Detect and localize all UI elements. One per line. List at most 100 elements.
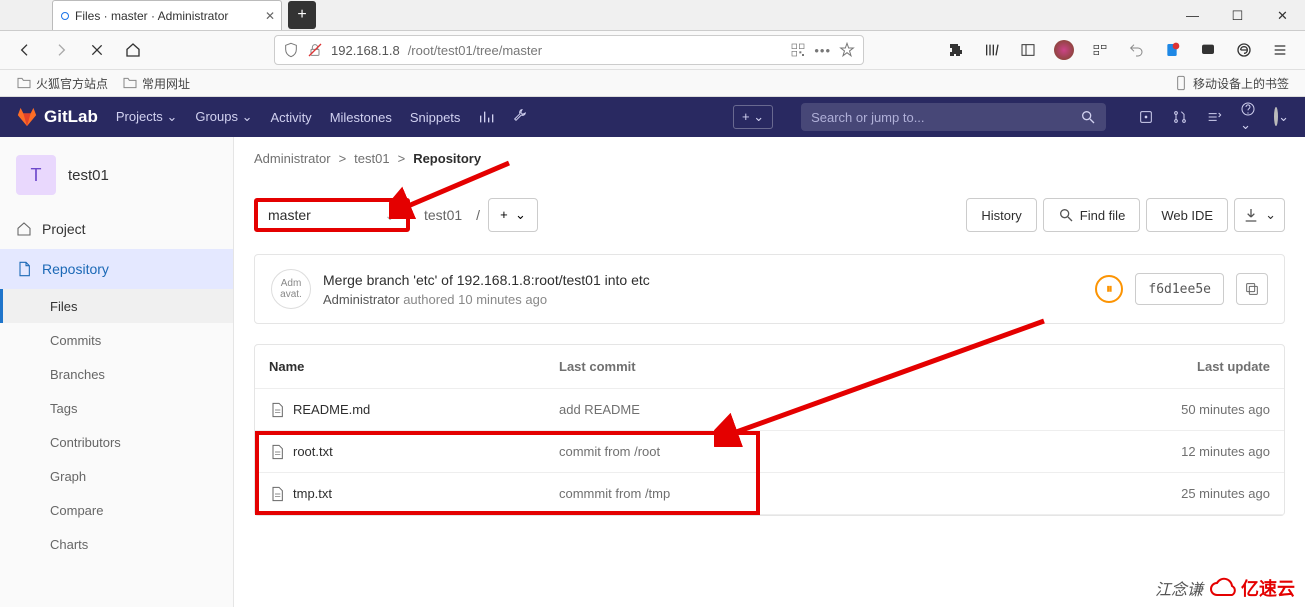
bookmark-folder-firefox[interactable]: 火狐官方站点 [16,75,108,92]
todos-icon[interactable] [1206,109,1222,125]
browser-toolbar: 192.168.1.8/root/test01/tree/master ••• [0,31,1305,70]
tab-close-icon[interactable]: ✕ [265,9,275,23]
search-icon [1058,207,1074,223]
sidebar-sub-contributors[interactable]: Contributors [0,425,233,459]
back-button[interactable] [10,35,40,65]
gitlab-logo-icon [16,106,38,128]
sidebar-sub-branches[interactable]: Branches [0,357,233,391]
nav-snippets[interactable]: Snippets [410,110,461,125]
global-search[interactable] [801,103,1106,131]
commit-avatar: Adm avat. [271,269,311,309]
mobile-icon [1173,75,1189,91]
find-file-button[interactable]: Find file [1043,198,1141,232]
customize-icon[interactable] [1085,35,1115,65]
file-last-update: 12 minutes ago [1090,444,1270,459]
issues-icon[interactable] [1138,109,1154,125]
pocket-icon[interactable] [1193,35,1223,65]
annotation-arrow-2 [714,317,1054,447]
gitlab-navbar: GitLab Projects ⌄ Groups ⌄ Activity Mile… [0,97,1305,137]
sidebar-item-repository[interactable]: Repository [0,249,233,289]
nav-activity[interactable]: Activity [271,110,312,125]
sidebar-item-project[interactable]: Project [0,209,233,249]
sidebar-sub-compare[interactable]: Compare [0,493,233,527]
file-icon [269,402,285,418]
help-icon[interactable]: ⌄ [1240,101,1256,133]
col-name: Name [269,359,559,374]
download-icon [1243,207,1259,223]
folder-icon [122,75,138,91]
search-input[interactable] [811,110,1080,125]
gitlab-brand[interactable]: GitLab [16,106,98,128]
commit-verb: authored [403,292,454,307]
crumb-admin[interactable]: Administrator [254,151,331,166]
pipeline-status-icon[interactable]: ⏸ [1095,275,1123,303]
nav-milestones[interactable]: Milestones [330,110,392,125]
bookmark-star-icon[interactable] [839,42,855,58]
downloads-icon[interactable] [1157,35,1187,65]
file-name[interactable]: README.md [269,402,559,418]
sidebar-sub-files[interactable]: Files [0,289,233,323]
commit-author[interactable]: Administrator [323,292,400,307]
e-icon[interactable] [1229,35,1259,65]
sidebar-project-header[interactable]: T test01 [0,149,233,209]
nav-projects[interactable]: Projects ⌄ [116,109,178,125]
commit-sha[interactable]: f6d1ee5e [1135,273,1224,305]
project-sidebar: T test01 Project Repository Files Commit… [0,137,234,607]
qr-icon[interactable] [790,42,806,58]
commit-title[interactable]: Merge branch 'etc' of 192.168.1.8:root/t… [323,272,1083,288]
web-ide-button[interactable]: Web IDE [1146,198,1228,232]
profile-avatar-icon[interactable] [1049,35,1079,65]
user-menu[interactable]: ⌄ [1274,109,1289,125]
sidebar-sub-graph[interactable]: Graph [0,459,233,493]
url-bar[interactable]: 192.168.1.8/root/test01/tree/master ••• [274,35,864,65]
sidebar-sub-charts[interactable]: Charts [0,527,233,561]
annotation-highlight-box [255,431,760,515]
copy-sha-button[interactable] [1236,273,1268,305]
commit-time: 10 minutes ago [458,292,547,307]
last-commit-card: Adm avat. Merge branch 'etc' of 192.168.… [254,254,1285,324]
toolbar-right [941,35,1295,65]
new-tab-button[interactable]: + [288,1,316,29]
minimize-button[interactable]: — [1170,1,1215,30]
download-button[interactable]: ⌄ [1234,198,1285,232]
branch-selector[interactable]: master ⌄ [254,198,410,232]
browser-tab-active[interactable]: Files · master · Administrator ✕ [52,0,282,30]
search-icon [1080,109,1096,125]
watermark-author: 江念谦 [1155,576,1203,600]
crumb-sep: > [339,151,347,166]
file-last-update: 50 minutes ago [1090,402,1270,417]
nav-groups[interactable]: Groups ⌄ [195,109,252,125]
sidebar-sub-commits[interactable]: Commits [0,323,233,357]
bookmarks-bar: 火狐官方站点 常用网址 移动设备上的书签 [0,70,1305,97]
sidebar-sub-tags[interactable]: Tags [0,391,233,425]
folder-icon [16,75,32,91]
sidebar-toggle-icon[interactable] [1013,35,1043,65]
tab-loading-icon [61,12,69,20]
col-update: Last update [1090,359,1270,374]
crumb-project[interactable]: test01 [354,151,389,166]
close-window-button[interactable]: ✕ [1260,1,1305,30]
mobile-bookmarks[interactable]: 移动设备上的书签 [1173,75,1289,92]
history-button[interactable]: History [966,198,1036,232]
merge-requests-icon[interactable] [1172,109,1188,125]
bookmark-folder-common[interactable]: 常用网址 [122,75,190,92]
maximize-button[interactable]: ☐ [1215,1,1260,30]
library-icon[interactable] [977,35,1007,65]
url-host: 192.168.1.8 [331,43,400,58]
undo-icon[interactable] [1121,35,1151,65]
chevron-down-icon: ⌄ [166,109,177,124]
forward-button[interactable] [46,35,76,65]
shield-icon [283,42,299,58]
nav-stats-icon[interactable] [478,109,494,125]
extensions-icon[interactable] [941,35,971,65]
cloud-icon [1209,577,1239,599]
stop-reload-button[interactable] [82,35,112,65]
menu-button[interactable] [1265,35,1295,65]
home-button[interactable] [118,35,148,65]
project-name: test01 [68,167,109,184]
nav-admin-icon[interactable] [512,109,528,125]
chevron-down-icon: ⌄ [1265,207,1276,223]
nav-plus-button[interactable]: + ⌄ [733,105,773,129]
page-actions-icon[interactable]: ••• [814,43,831,58]
doc-icon [16,261,32,277]
